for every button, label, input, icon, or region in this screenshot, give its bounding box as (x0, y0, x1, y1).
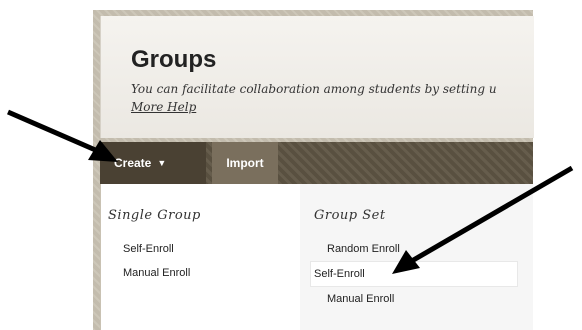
arrow-to-self-enroll-icon (392, 165, 574, 274)
annotation-arrows (7, 109, 574, 274)
arrow-to-create-icon (7, 109, 118, 162)
